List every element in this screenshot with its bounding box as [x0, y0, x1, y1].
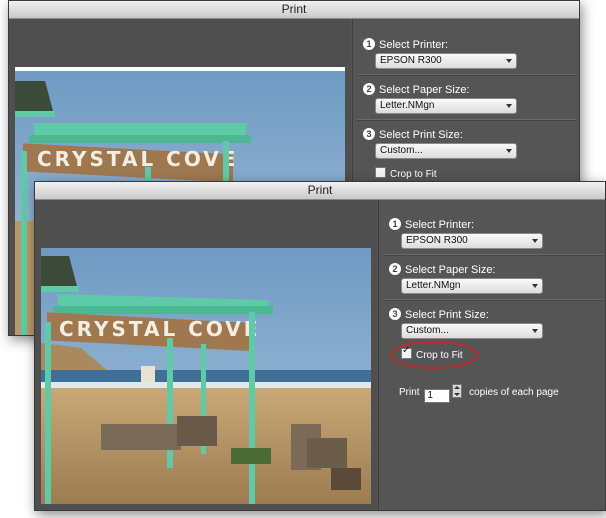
print-dialog-front: Print CRYSTAL COVE 1 Select Printer: EPS…: [34, 181, 606, 511]
options-panel: 1 Select Printer: EPSON R300 2 Select Pape…: [378, 200, 605, 510]
window-title: Print: [35, 182, 605, 200]
select-print-size-label: Select Print Size:: [405, 309, 489, 321]
copies-suffix-label: copies of each page: [469, 387, 559, 398]
dropdown-arrow-icon: [532, 284, 538, 288]
step-select-paper-size: 2 Select Paper Size:: [389, 263, 496, 276]
step-select-printer: 1 Select Printer:: [363, 38, 448, 51]
dropdown-arrow-icon: [532, 329, 538, 333]
beach-photo: CRYSTAL COVE: [41, 248, 371, 504]
step-select-print-size: 3 Select Print Size:: [389, 308, 489, 321]
divider: [357, 119, 576, 121]
divider: [383, 254, 602, 256]
print-preview-area: CRYSTAL COVE: [35, 200, 377, 510]
sign-text: CRYSTAL COVE: [59, 317, 260, 341]
crop-to-fit-checkbox[interactable]: Crop to Fit: [375, 167, 437, 180]
step-select-print-size: 3 Select Print Size:: [363, 128, 463, 141]
dropdown-arrow-icon: [532, 239, 538, 243]
select-print-size-label: Select Print Size:: [379, 129, 463, 141]
window-title: Print: [9, 1, 579, 19]
select-printer-label: Select Printer:: [379, 39, 449, 51]
divider: [357, 74, 576, 76]
select-paper-size-label: Select Paper Size:: [379, 84, 470, 96]
copies-row: Print 1 copies of each page: [399, 384, 559, 403]
step-select-paper-size: 2 Select Paper Size:: [363, 83, 470, 96]
print-size-dropdown[interactable]: Custom...: [375, 143, 517, 159]
printer-dropdown[interactable]: EPSON R300: [401, 233, 543, 249]
crop-to-fit-checkbox[interactable]: Crop to Fit: [401, 345, 463, 361]
copies-stepper[interactable]: [452, 384, 463, 398]
select-printer-label: Select Printer:: [405, 219, 475, 231]
copies-input[interactable]: 1: [424, 389, 451, 403]
dropdown-arrow-icon: [506, 59, 512, 63]
select-paper-size-label: Select Paper Size:: [405, 264, 496, 276]
copies-prefix-label: Print: [399, 387, 420, 398]
sign-text: CRYSTAL COVE: [37, 147, 238, 171]
dropdown-arrow-icon: [506, 104, 512, 108]
step-select-printer: 1 Select Printer:: [389, 218, 474, 231]
crystal-cove-image: CRYSTAL COVE: [41, 248, 371, 504]
divider: [383, 299, 602, 301]
paper-size-dropdown[interactable]: Letter.NMgn: [375, 98, 517, 114]
printer-dropdown[interactable]: EPSON R300: [375, 53, 517, 69]
print-size-dropdown[interactable]: Custom...: [401, 323, 543, 339]
checkbox-box[interactable]: [375, 167, 386, 178]
checkbox-box[interactable]: [401, 345, 412, 359]
dropdown-arrow-icon: [506, 149, 512, 153]
paper-preview: CRYSTAL COVE: [41, 248, 371, 504]
paper-size-dropdown[interactable]: Letter.NMgn: [401, 278, 543, 294]
